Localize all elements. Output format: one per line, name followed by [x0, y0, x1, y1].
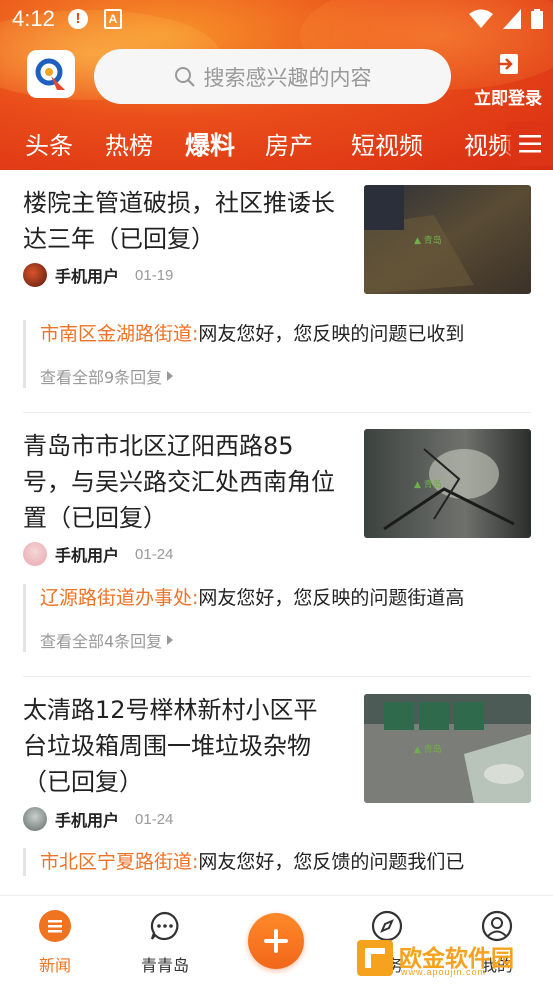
svg-text:▲ 青岛: ▲ 青岛	[414, 234, 442, 246]
item-user: 手机用户	[55, 811, 120, 830]
item-user: 手机用户	[55, 546, 120, 565]
channel-menu-button[interactable]	[506, 122, 553, 166]
view-all-replies-link[interactable]: 查看全部9条回复	[40, 364, 533, 388]
reply-org: 辽源路街道办事处:	[40, 587, 199, 609]
nav-qingqingdao-label: 青青岛	[140, 956, 189, 975]
channel-tabs: 头条 热榜 爆料 房产 短视频 视频	[0, 126, 553, 166]
svg-text:▲ 青岛: ▲ 青岛	[414, 743, 442, 755]
search-icon	[174, 66, 195, 87]
tab-realestate[interactable]: 房产	[265, 126, 313, 161]
status-time: 4:12	[12, 6, 55, 31]
reply-text: 网友您好，您反映的问题已收到	[198, 323, 465, 345]
app-logo[interactable]	[27, 50, 75, 98]
watermark-url: www.apoujin.com	[401, 967, 487, 977]
reply-text: 网友您好，您反馈的问题我们已	[198, 851, 465, 873]
watermark: 欧金软件园 www.apoujin.com	[357, 938, 547, 980]
divider	[23, 676, 531, 677]
item-thumbnail[interactable]: ▲ 青岛	[364, 429, 531, 538]
item-title[interactable]: 青岛市市北区辽阳西路85号，与吴兴路交汇处西南角位置（已回复）	[23, 428, 338, 536]
login-icon	[498, 54, 518, 74]
caret-right-icon	[167, 371, 174, 381]
item-title[interactable]: 太清路12号榉林新村小区平台垃圾箱周围一堆垃圾杂物（已回复）	[23, 692, 338, 800]
menu-icon	[518, 135, 541, 153]
post-button[interactable]	[248, 913, 304, 969]
svg-text:▲ 青岛: ▲ 青岛	[414, 478, 442, 490]
wifi-icon	[469, 9, 493, 28]
battery-icon	[531, 9, 543, 29]
alert-icon: !	[68, 9, 88, 29]
item-thumbnail[interactable]: ▲ 青岛	[364, 694, 531, 803]
reply-preview[interactable]: 市北区宁夏路街道:网友您好，您反馈的问题我们已	[23, 848, 533, 876]
keyboard-icon: A	[104, 9, 122, 29]
item-date: 01-24	[135, 545, 174, 563]
item-user: 手机用户	[55, 267, 120, 286]
reply-org: 市北区宁夏路街道:	[40, 851, 199, 873]
tab-short-video[interactable]: 短视频	[351, 126, 423, 161]
news-icon	[39, 910, 71, 942]
caret-right-icon	[167, 635, 174, 645]
reply-org: 市南区金湖路街道:	[40, 323, 199, 345]
reply-preview[interactable]: 市南区金湖路街道:网友您好，您反映的问题已收到 查看全部9条回复	[23, 320, 533, 388]
nav-news-label: 新闻	[38, 956, 71, 975]
avatar	[23, 542, 47, 566]
nav-news[interactable]: 新闻	[10, 910, 100, 976]
view-all-replies-link[interactable]: 查看全部4条回复	[40, 628, 533, 652]
item-date: 01-24	[135, 810, 174, 828]
avatar	[23, 807, 47, 831]
view-all-replies-label: 查看全部9条回复	[40, 368, 163, 387]
tab-video[interactable]: 视频	[464, 126, 512, 161]
chat-bubble-icon	[150, 911, 179, 941]
status-bar: 4:12 ! A	[0, 0, 553, 38]
item-title[interactable]: 楼院主管道破损，社区推诿长达三年（已回复）	[23, 185, 338, 257]
tab-headlines[interactable]: 头条	[25, 126, 73, 161]
news-feed: 楼院主管道破损，社区推诿长达三年（已回复） ▲ 青岛 手机用户 01-19 市南…	[0, 170, 553, 895]
item-thumbnail[interactable]: ▲ 青岛	[364, 185, 531, 294]
search-input[interactable]: 搜索感兴趣的内容	[94, 49, 451, 104]
tab-hot[interactable]: 热榜	[105, 126, 153, 161]
login-button[interactable]: 立即登录	[470, 52, 546, 109]
search-placeholder: 搜索感兴趣的内容	[203, 65, 372, 90]
reply-preview[interactable]: 辽源路街道办事处:网友您好，您反映的问题街道高 查看全部4条回复	[23, 584, 533, 652]
header-banner: 4:12 ! A 搜索感兴趣的内容 立即登录 头条 热榜 爆料 房产 短视频 视…	[0, 0, 553, 170]
item-meta: 手机用户 01-24	[23, 542, 173, 566]
nav-qingqingdao[interactable]: 青青岛	[120, 910, 210, 976]
view-all-replies-label: 查看全部4条回复	[40, 632, 163, 651]
signal-icon	[503, 9, 521, 29]
list-item[interactable]: 楼院主管道破损，社区推诿长达三年（已回复） ▲ 青岛 手机用户 01-19 市南…	[0, 170, 553, 410]
item-meta: 手机用户 01-19	[23, 263, 173, 287]
tab-tipoff[interactable]: 爆料	[185, 126, 235, 162]
login-label: 立即登录	[474, 89, 542, 109]
reply-text: 网友您好，您反映的问题街道高	[198, 587, 465, 609]
list-item[interactable]: 青岛市市北区辽阳西路85号，与吴兴路交汇处西南角位置（已回复） ▲ 青岛 手机用…	[0, 414, 553, 678]
plus-icon	[264, 929, 288, 953]
divider	[23, 412, 531, 413]
list-item[interactable]: 太清路12号榉林新村小区平台垃圾箱周围一堆垃圾杂物（已回复） ▲ 青岛 手机用户…	[0, 678, 553, 895]
avatar	[23, 263, 47, 287]
item-meta: 手机用户 01-24	[23, 807, 173, 831]
item-date: 01-19	[135, 266, 174, 284]
